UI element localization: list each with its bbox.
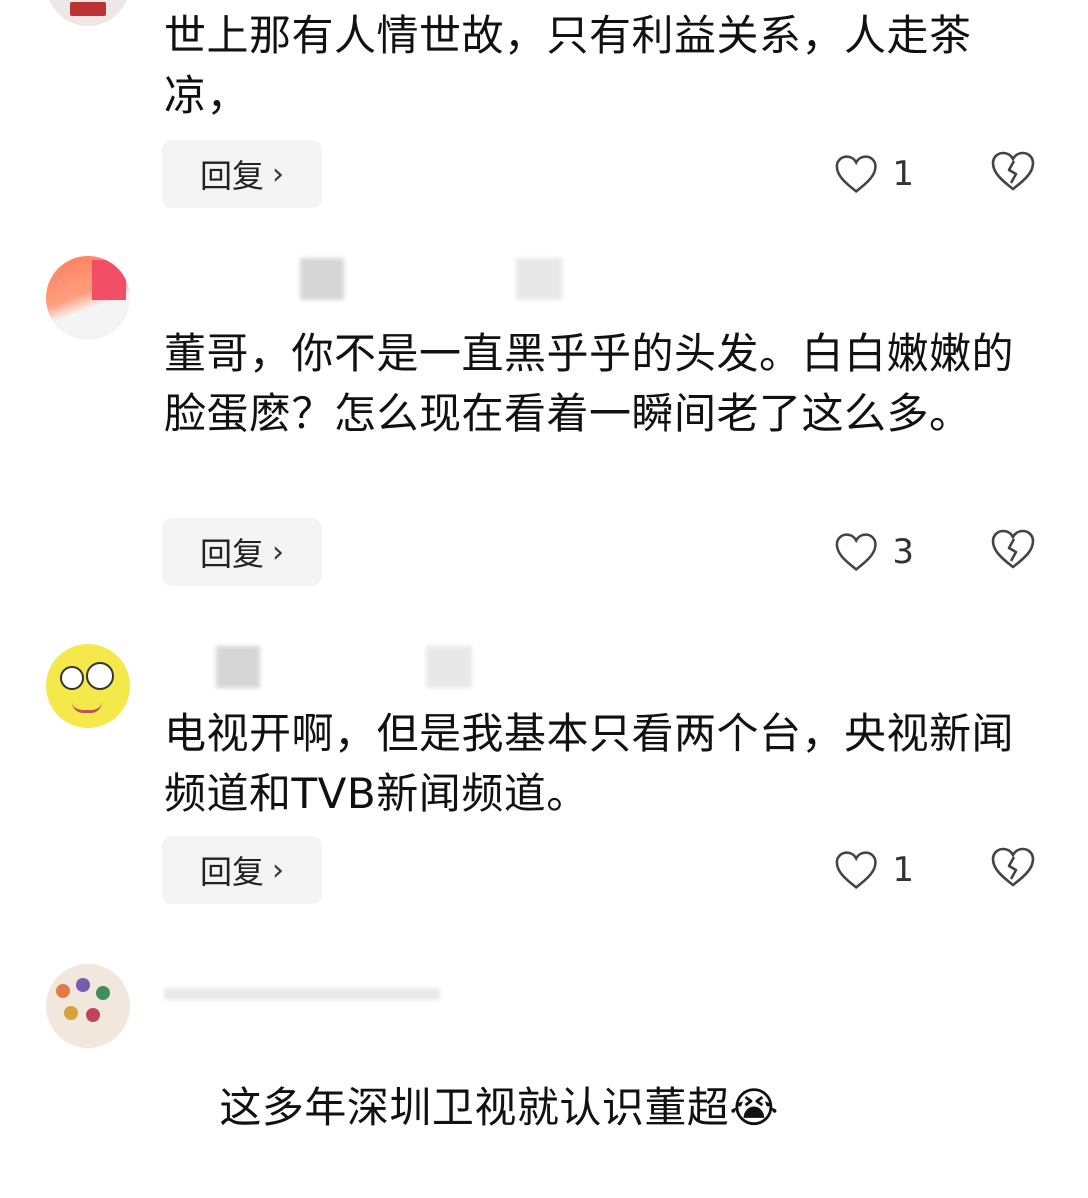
- comment-text: 电视开啊，但是我基本只看两个台，央视新闻频道和TVB新闻频道。: [164, 709, 1015, 818]
- like-button[interactable]: 3: [834, 522, 914, 582]
- broken-heart-icon: [991, 847, 1035, 887]
- avatar[interactable]: [46, 644, 130, 728]
- broken-heart-icon: [991, 151, 1035, 191]
- heart-outline-icon: [835, 155, 877, 193]
- comment-text: 世上那有人情世故，只有利益关系，人走茶凉，: [164, 11, 972, 120]
- avatar[interactable]: [46, 256, 130, 340]
- reply-button[interactable]: 回复 ›: [162, 140, 322, 208]
- reply-button[interactable]: 回复 ›: [162, 836, 322, 904]
- heart-outline-icon: [835, 851, 877, 889]
- crying-laughing-emoji-icon: 😭: [729, 1083, 779, 1132]
- comment-text: 这多年深圳卫视就认识董超😭: [219, 1083, 779, 1132]
- chevron-right-icon: ›: [272, 534, 284, 570]
- username-blurred: [300, 258, 344, 300]
- username-blurred: [516, 258, 562, 300]
- username-blurred: [164, 988, 440, 1000]
- reply-label: 回复: [199, 535, 264, 573]
- dislike-button[interactable]: [990, 150, 1038, 198]
- dislike-button[interactable]: [990, 528, 1038, 576]
- heart-outline-icon: [835, 533, 877, 571]
- chevron-right-icon: ›: [272, 156, 284, 192]
- like-button[interactable]: 1: [834, 144, 914, 204]
- like-count: 1: [892, 850, 914, 890]
- broken-heart-icon: [991, 529, 1035, 569]
- reply-button[interactable]: 回复 ›: [162, 518, 322, 586]
- dislike-button[interactable]: [990, 846, 1038, 894]
- username-blurred: [216, 646, 260, 688]
- avatar[interactable]: [46, 964, 130, 1048]
- chevron-right-icon: ›: [272, 852, 284, 888]
- comment-text: 董哥，你不是一直黑乎乎的头发。白白嫩嫩的脸蛋麽？怎么现在看着一瞬间老了这么多。: [164, 329, 1015, 438]
- like-count: 1: [892, 154, 914, 194]
- reply-label: 回复: [199, 853, 264, 891]
- username-blurred: [426, 646, 472, 688]
- like-button[interactable]: 1: [834, 840, 914, 900]
- reply-label: 回复: [199, 157, 264, 195]
- avatar[interactable]: [46, 0, 130, 26]
- like-count: 3: [892, 532, 914, 572]
